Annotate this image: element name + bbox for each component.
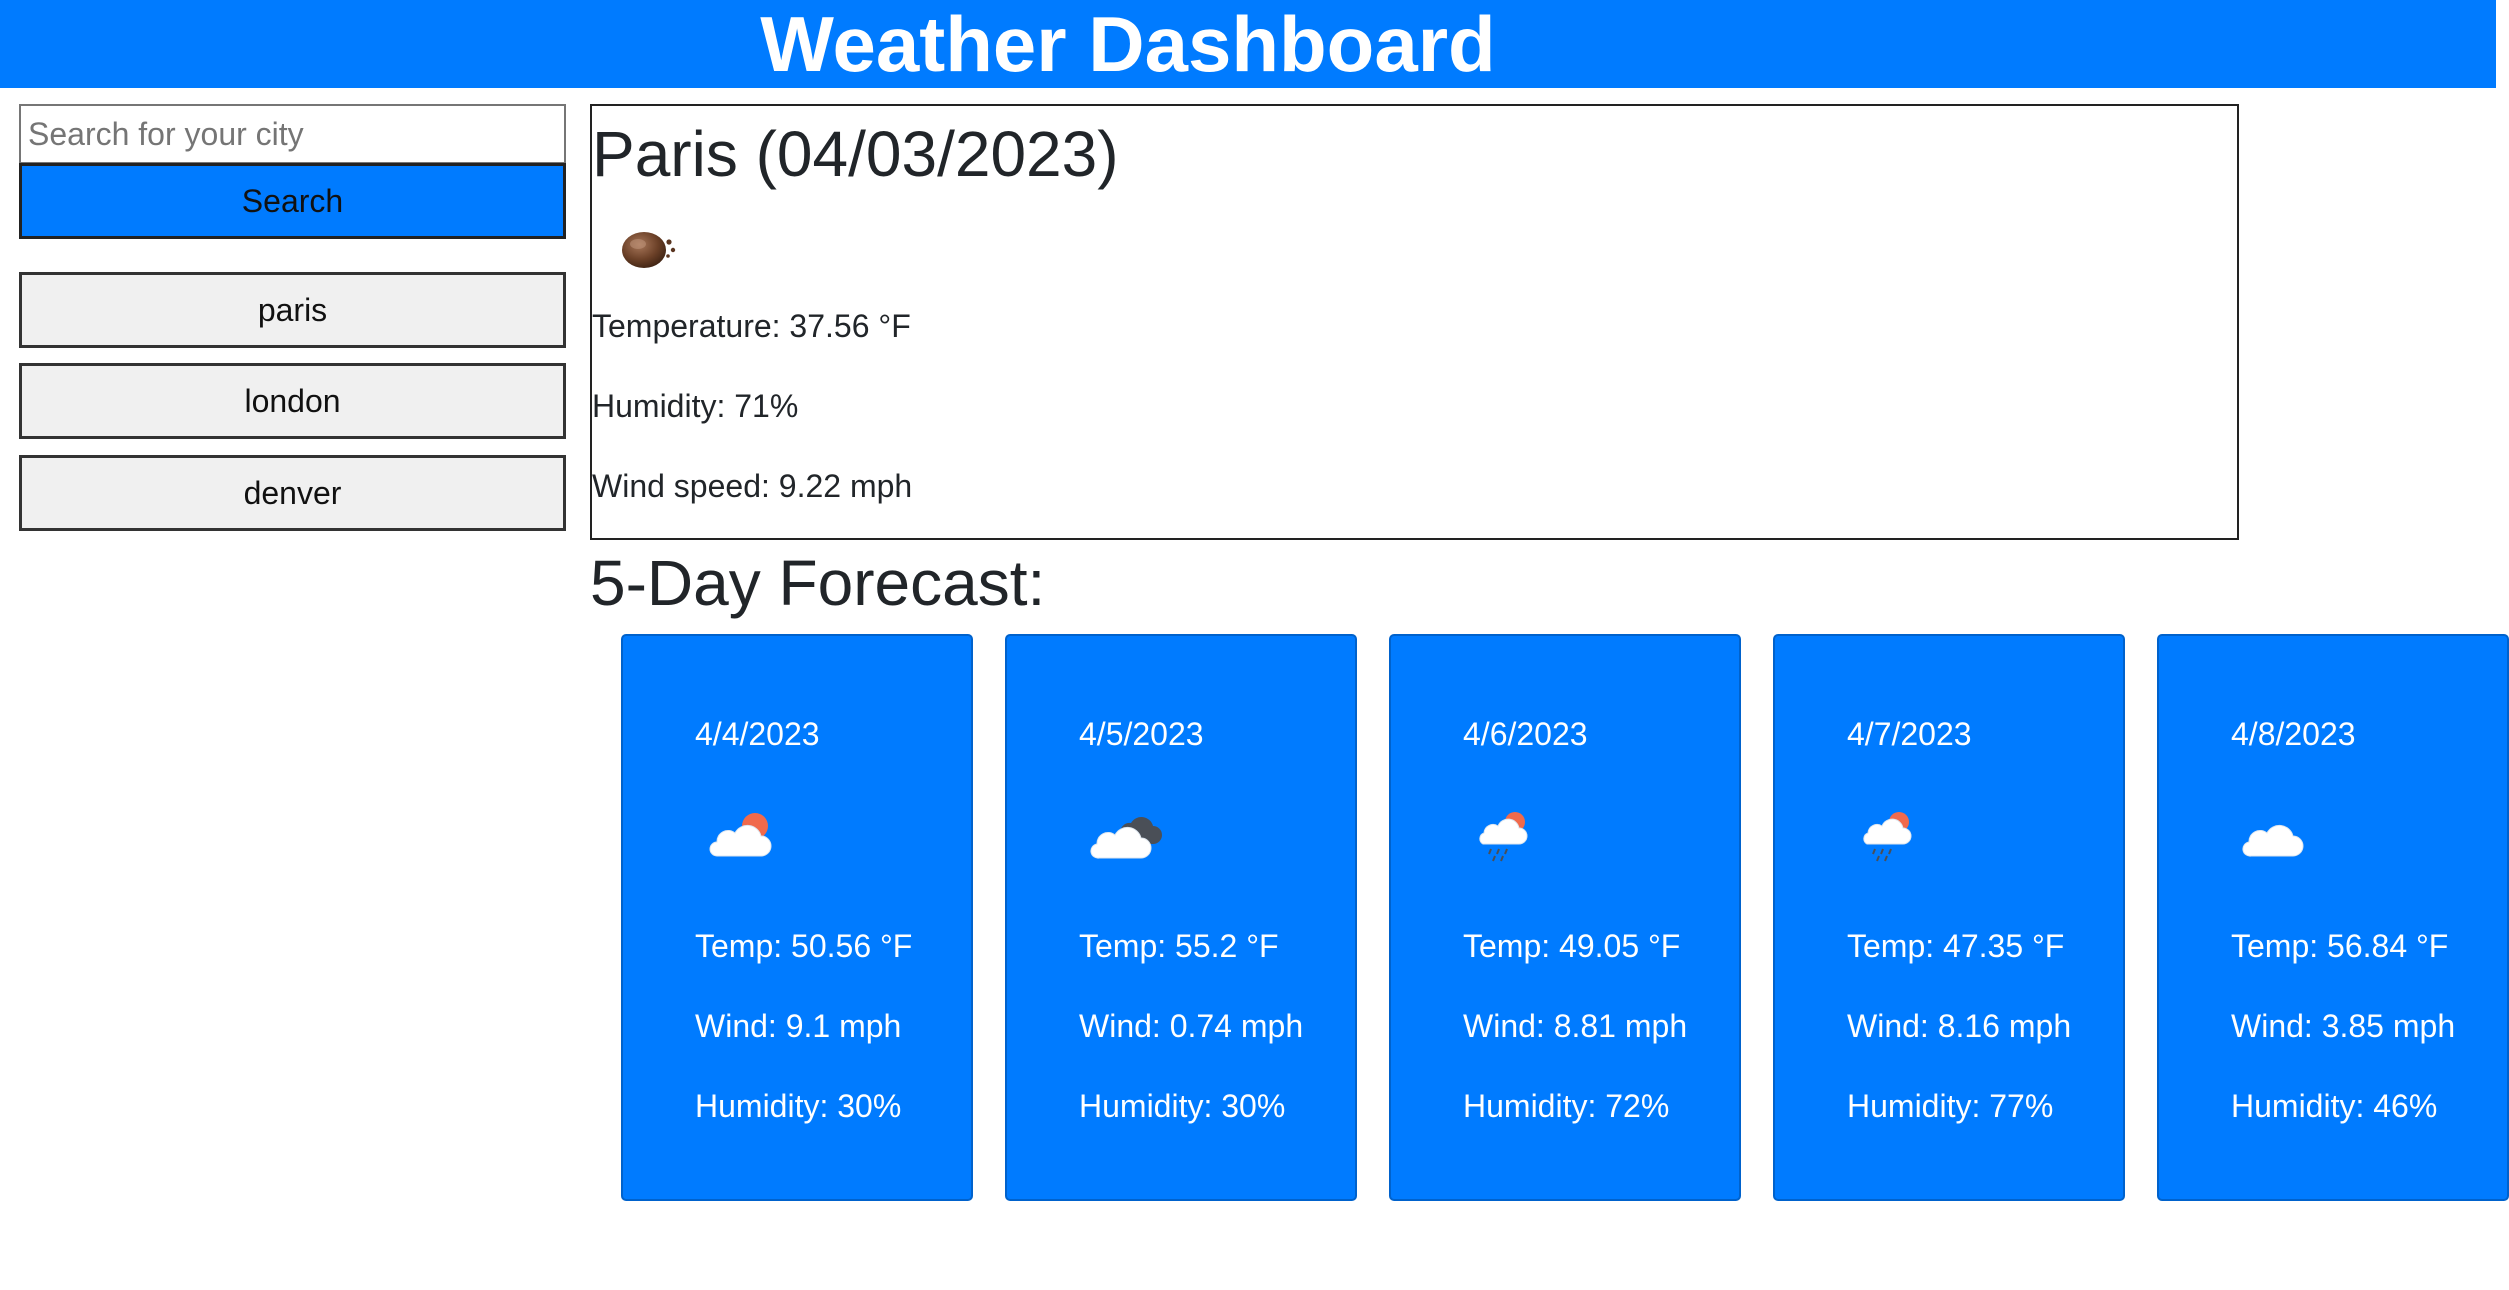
search-button[interactable]: Search (19, 163, 566, 239)
light-rain-icon (1479, 812, 1528, 862)
forecast-temp: Temp: 47.35 °F (1847, 928, 2065, 964)
forecast-humidity: Humidity: 30% (695, 1088, 902, 1124)
forecast-temp: Temp: 55.2 °F (1079, 928, 1279, 964)
forecast-date: 4/6/2023 (1463, 716, 1588, 752)
light-rain-icon (1863, 812, 1912, 862)
forecast-card: 4/8/2023 Temp: 56.84 °F Wind: 3.85 mph H… (2157, 634, 2509, 1201)
forecast-card: 4/4/2023 Temp: 50.56 °F Wind: 9.1 mph Hu… (621, 634, 973, 1201)
forecast-date: 4/7/2023 (1847, 716, 1972, 752)
forecast-card: 4/6/2023 Temp: 49.05 °F Wind: 8.81 mph H… (1389, 634, 1741, 1201)
history-button-paris[interactable]: paris (19, 272, 566, 348)
forecast-temp: Temp: 56.84 °F (2231, 928, 2449, 964)
forecast-temp: Temp: 49.05 °F (1463, 928, 1681, 964)
forecast-humidity: Humidity: 77% (1847, 1088, 2054, 1124)
forecast-heading: 5-Day Forecast: (590, 547, 1046, 619)
forecast-temp: Temp: 50.56 °F (695, 928, 913, 964)
broken-clouds-night-icon (622, 232, 676, 268)
forecast-wind: Wind: 0.74 mph (1079, 1008, 1304, 1044)
forecast-humidity: Humidity: 30% (1079, 1088, 1286, 1124)
current-weather-panel: Paris (04/03/2023) Temperature: 37.56 °F… (590, 104, 2239, 540)
forecast-wind: Wind: 8.81 mph (1463, 1008, 1688, 1044)
forecast-date: 4/5/2023 (1079, 716, 1204, 752)
forecast-wind: Wind: 9.1 mph (695, 1008, 902, 1044)
current-wind-speed: Wind speed: 9.22 mph (592, 468, 913, 504)
history-button-london[interactable]: london (19, 363, 566, 439)
forecast-wind: Wind: 8.16 mph (1847, 1008, 2072, 1044)
partly-cloudy-icon (709, 813, 772, 857)
broken-clouds-icon (1090, 817, 1162, 859)
history-button-denver[interactable]: denver (19, 455, 566, 531)
cloud-icon (2242, 824, 2304, 857)
search-input[interactable] (19, 104, 566, 164)
current-humidity: Humidity: 71% (592, 388, 799, 424)
header-bar: Weather Dashboard (0, 0, 2496, 88)
forecast-card: 4/7/2023 Temp: 47.35 °F Wind: 8.16 mph H… (1773, 634, 2125, 1201)
forecast-date: 4/4/2023 (695, 716, 820, 752)
current-city-title: Paris (04/03/2023) (592, 118, 1119, 190)
forecast-wind: Wind: 3.85 mph (2231, 1008, 2456, 1044)
forecast-date: 4/8/2023 (2231, 716, 2356, 752)
forecast-card: 4/5/2023 Temp: 55.2 °F Wind: 0.74 mph Hu… (1005, 634, 1357, 1201)
forecast-humidity: Humidity: 46% (2231, 1088, 2438, 1124)
current-temperature: Temperature: 37.56 °F (592, 308, 911, 344)
page-title: Weather Dashboard (760, 0, 1496, 88)
forecast-humidity: Humidity: 72% (1463, 1088, 1670, 1124)
